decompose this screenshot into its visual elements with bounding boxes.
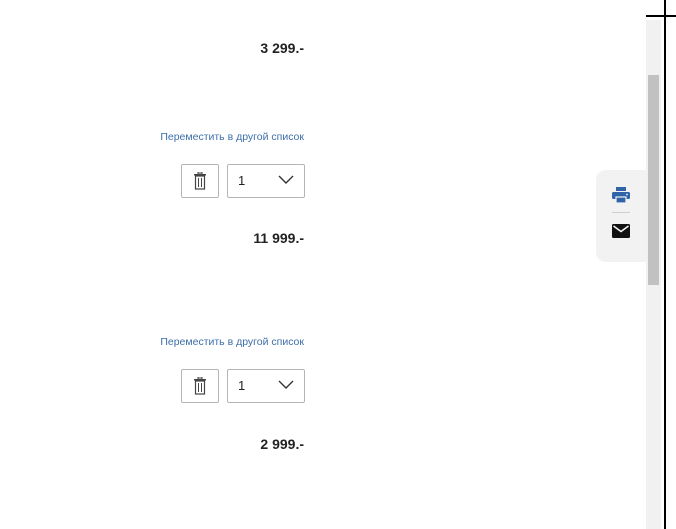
chevron-down-icon [278, 175, 294, 184]
email-button[interactable] [609, 219, 633, 243]
item-price: 2 999.- [260, 436, 304, 452]
frame-edge-top [646, 15, 676, 17]
frame-edge-right [664, 0, 666, 529]
quantity-value: 1 [238, 378, 246, 393]
vertical-scrollbar[interactable] [646, 20, 661, 529]
trash-icon [194, 377, 206, 395]
printer-icon [612, 186, 630, 204]
move-to-list-link[interactable]: Переместить в другой список [160, 336, 304, 348]
delete-item-button[interactable] [181, 369, 219, 403]
item-price: 11 999.- [253, 230, 304, 246]
move-to-list-link[interactable]: Переместить в другой список [160, 131, 304, 143]
quantity-value: 1 [238, 173, 246, 188]
trash-icon [194, 172, 206, 190]
envelope-icon [612, 224, 630, 238]
side-divider [612, 212, 630, 213]
side-tools-panel [596, 170, 646, 262]
quantity-select[interactable]: 1 [227, 164, 305, 198]
print-button[interactable] [609, 183, 633, 207]
quantity-select[interactable]: 1 [227, 369, 305, 403]
chevron-down-icon [278, 380, 294, 389]
scrollbar-thumb[interactable] [648, 75, 659, 285]
cart-page: 3 299.- Переместить в другой список 1 11… [0, 0, 676, 529]
delete-item-button[interactable] [181, 164, 219, 198]
item-price: 3 299.- [260, 40, 304, 56]
